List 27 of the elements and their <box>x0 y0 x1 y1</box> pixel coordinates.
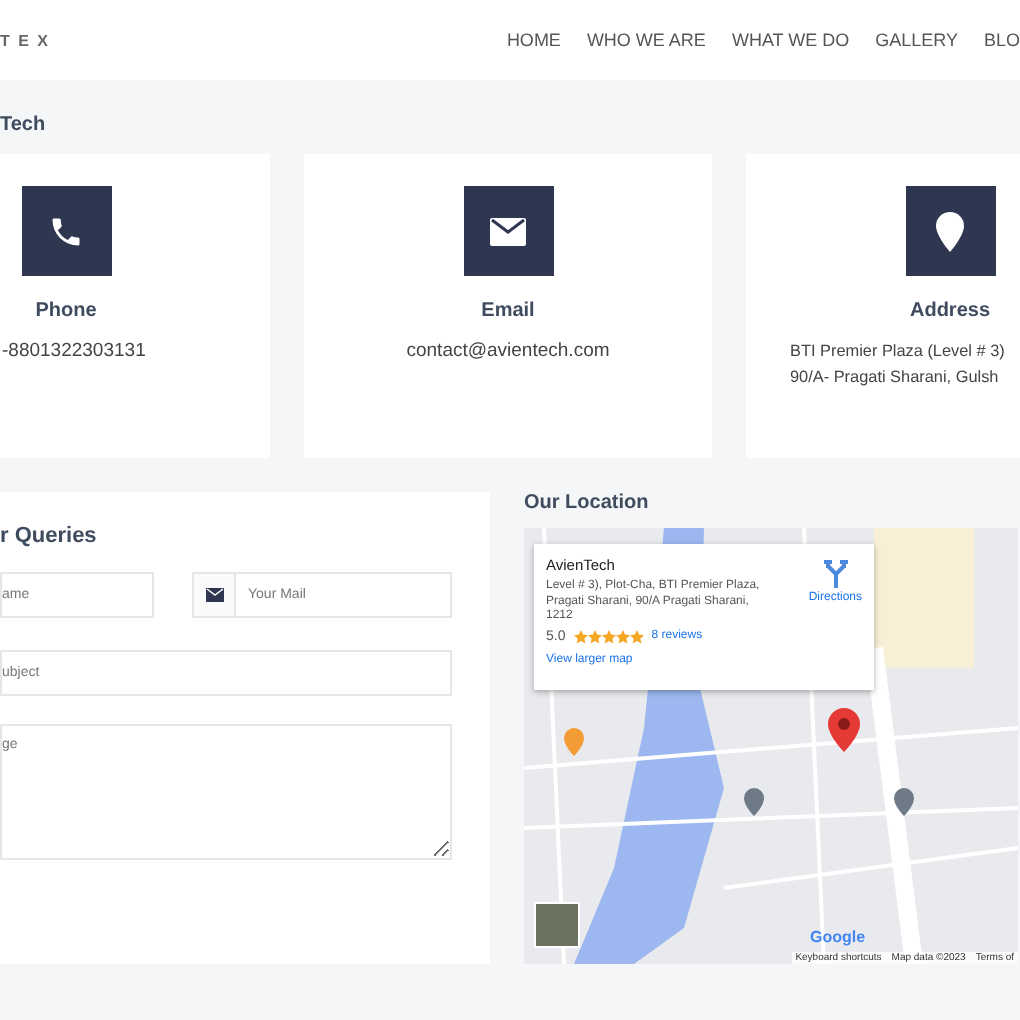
contact-detail: -8801322303131 <box>2 338 146 364</box>
map-pin-icon <box>894 788 914 816</box>
contact-detail: contact@avientech.com <box>406 338 610 364</box>
card-title: Email <box>481 300 535 322</box>
nav-link[interactable]: WHAT WE DO <box>731 30 850 50</box>
map-logo: Google <box>810 928 866 946</box>
nav-link[interactable]: BLO <box>983 30 1020 50</box>
envelope-icon <box>463 186 553 276</box>
satellite-thumbnail[interactable] <box>534 902 580 948</box>
phone-icon <box>21 186 111 276</box>
envelope-icon <box>192 572 236 618</box>
map-pin-icon <box>828 708 860 752</box>
section-heading: Tech <box>0 114 48 136</box>
nav-link[interactable]: WHO WE ARE <box>586 30 706 50</box>
contact-detail: BTI Premier Plaza (Level # 3) <box>790 340 1005 364</box>
map-pin-icon <box>564 728 584 756</box>
directions-icon <box>823 560 848 588</box>
location-pin-icon <box>905 186 995 276</box>
nav-link[interactable]: GALLERY <box>875 30 958 50</box>
form-heading: r Queries <box>0 524 99 548</box>
card-title: Address <box>909 300 990 322</box>
nav-link[interactable]: HOME <box>506 30 561 50</box>
section-heading: Our Location <box>524 492 651 514</box>
contact-detail: 90/A- Pragati Sharani, Gulsh <box>790 366 1001 390</box>
map-pin-icon <box>744 788 764 816</box>
card-title: Phone <box>35 300 97 322</box>
logo-text: T E X <box>0 31 51 49</box>
